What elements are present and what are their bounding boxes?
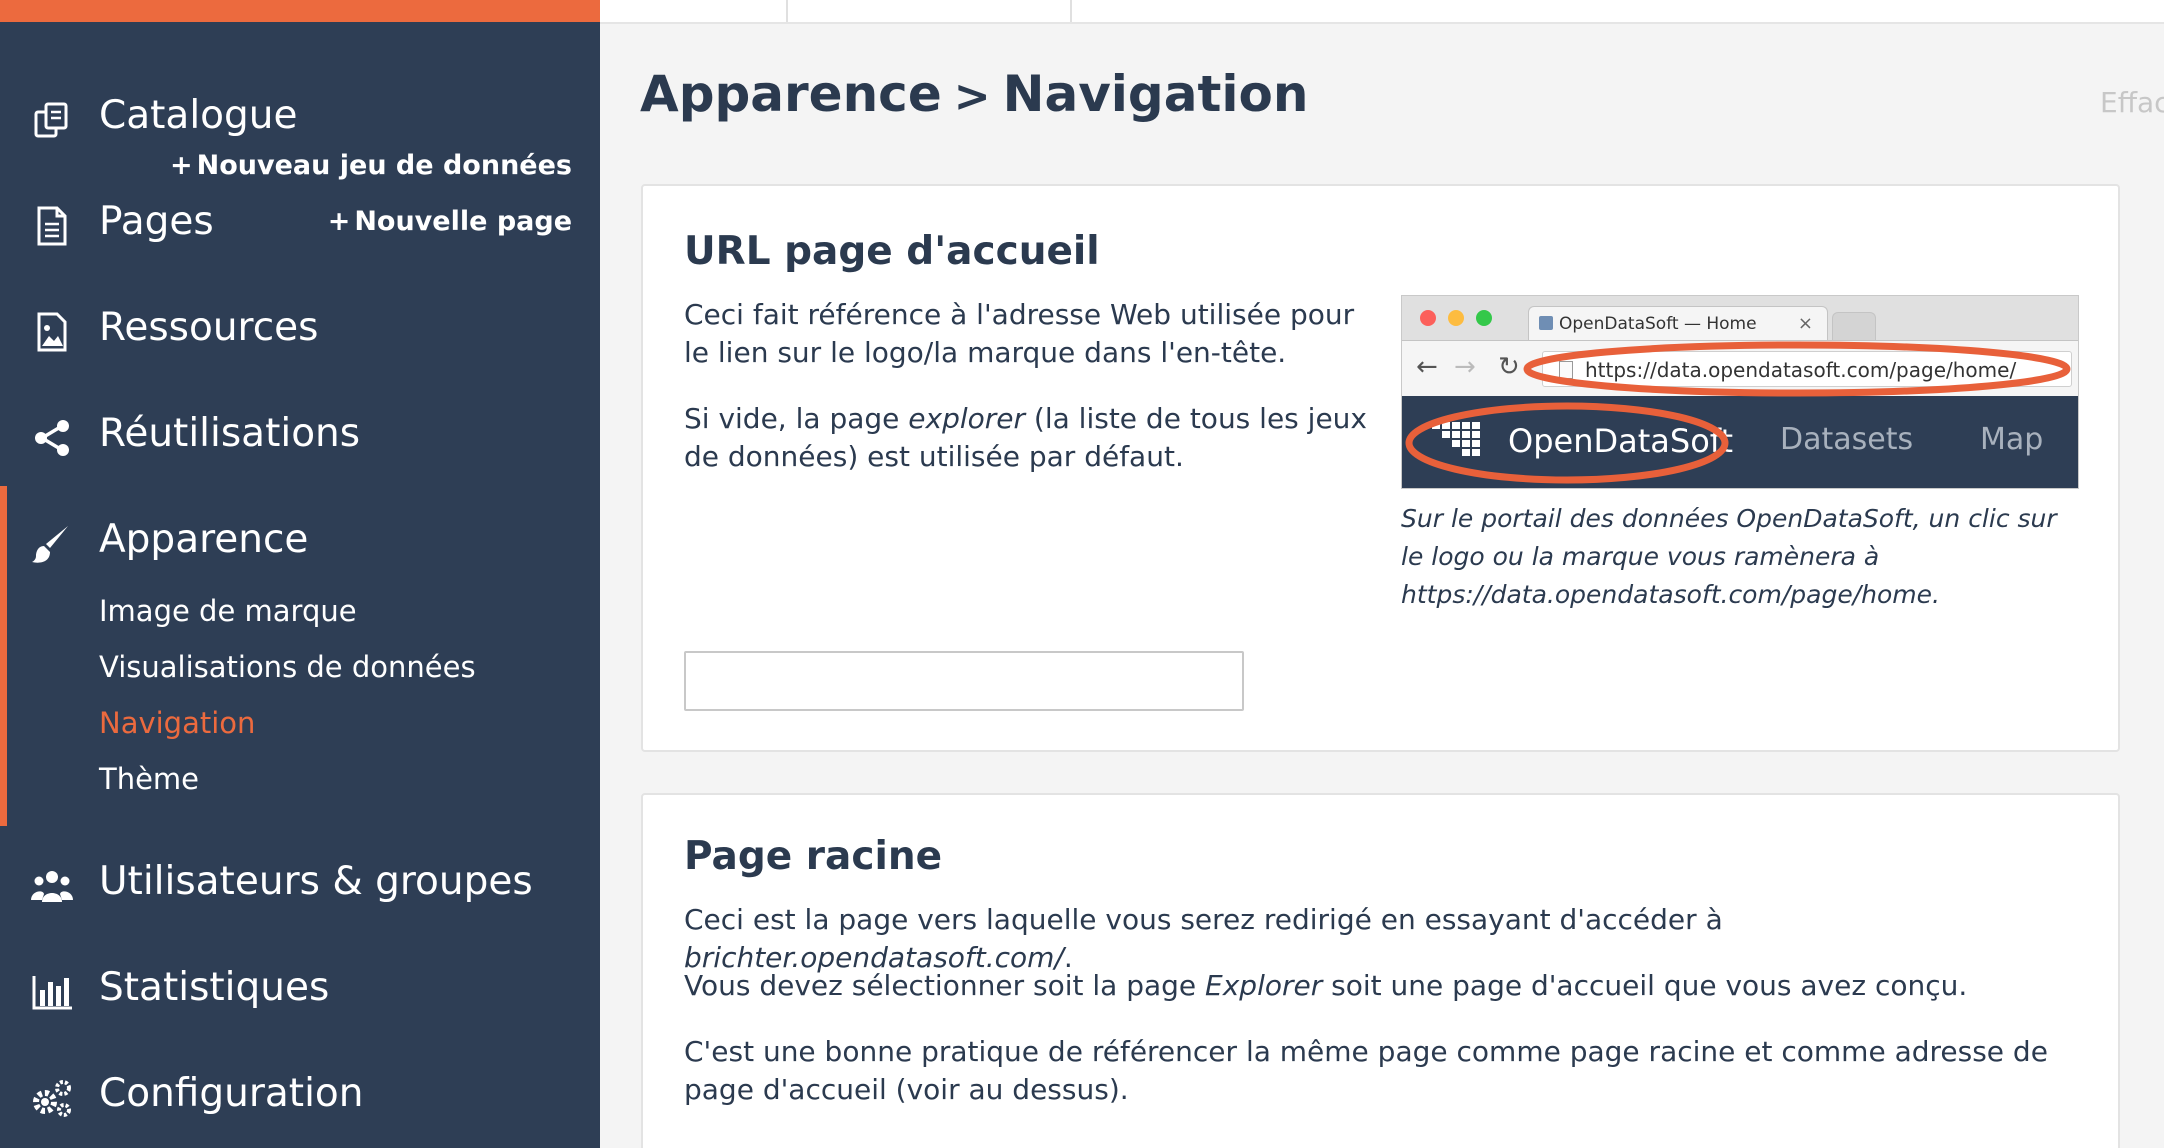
sidebar-item-label: Pages — [99, 199, 214, 244]
homepage-url-input[interactable] — [684, 651, 1244, 711]
sidebar-item-label: Réutilisations — [99, 411, 361, 456]
tab-close-icon: × — [1797, 313, 1813, 334]
new-dataset-button[interactable]: + Nouveau jeu de données — [170, 150, 572, 181]
page-title: Apparence > Navigation — [640, 65, 1308, 123]
browser-illustration: OpenDataSoft — Home × ← → ↻ https://data… — [1401, 295, 2079, 489]
browser-address-bar: https://data.opendatasoft.com/page/home/ — [1542, 351, 2072, 387]
close-dot-icon — [1420, 310, 1436, 326]
top-tab-strip — [600, 0, 2164, 24]
browser-tab-row: OpenDataSoft — Home × — [1402, 296, 2078, 342]
bar-chart-icon — [30, 970, 74, 1014]
back-arrow-icon: ← — [1416, 352, 1438, 382]
sidebar-item-apparence[interactable]: Apparence — [0, 502, 600, 582]
sidebar-item-label: Apparence — [99, 517, 309, 562]
sidebar-item-configuration[interactable]: Configuration — [0, 1056, 600, 1136]
nav-map-example: Map — [1980, 422, 2044, 457]
text-part: soit une page d'accueil que vous avez co… — [1322, 969, 1968, 1002]
sidebar-item-ressources[interactable]: Ressources — [0, 290, 600, 370]
browser-tab-title: OpenDataSoft — Home — [1559, 314, 1757, 334]
sidebar-item-label: Ressources — [99, 305, 319, 350]
tab-divider — [786, 0, 788, 22]
users-icon — [30, 864, 74, 908]
new-dataset-label: Nouveau jeu de données — [196, 150, 572, 181]
page-icon — [30, 204, 74, 248]
brand-name-example: OpenDataSoft — [1508, 422, 1734, 460]
sidebar-top-accent — [0, 0, 600, 22]
favicon-icon — [1539, 316, 1553, 330]
best-practice-text: C'est une bonne pratique de référencer l… — [684, 1035, 2048, 1106]
tab-divider — [1070, 0, 1072, 22]
subitem-image-de-marque[interactable]: Image de marque — [99, 594, 357, 628]
browser-url-text: https://data.opendatasoft.com/page/home/ — [1585, 358, 2017, 382]
subitem-visualisations[interactable]: Visualisations de données — [99, 650, 476, 684]
root-selection-text: Vous devez sélectionner soit la page Exp… — [684, 967, 2084, 1005]
breadcrumb-parent[interactable]: Apparence — [640, 65, 942, 123]
breadcrumb-separator: > — [953, 71, 991, 122]
image-icon — [30, 310, 74, 354]
breadcrumb-current: Navigation — [1002, 65, 1309, 123]
text-part: Ceci est la page vers laquelle vous sere… — [684, 903, 1723, 936]
subitem-theme[interactable]: Thème — [99, 762, 199, 796]
new-page-button[interactable]: + Nouvelle page — [328, 206, 572, 237]
maximize-dot-icon — [1476, 310, 1492, 326]
plus-icon: + — [170, 150, 193, 181]
note-part: Si vide, la page — [684, 402, 909, 435]
sidebar-item-utilisateurs[interactable]: Utilisateurs & groupes — [0, 844, 600, 924]
new-page-label: Nouvelle page — [354, 206, 572, 237]
text-part: Vous devez sélectionner soit la page — [684, 969, 1206, 1002]
forward-arrow-icon: → — [1454, 352, 1476, 382]
sidebar-item-label: Catalogue — [99, 93, 298, 138]
sidebar-item-catalogue[interactable]: Catalogue — [0, 78, 600, 158]
catalogue-icon — [30, 98, 74, 142]
subitem-navigation[interactable]: Navigation — [99, 706, 255, 740]
sidebar-item-label: Utilisateurs & groupes — [99, 859, 533, 904]
minimize-dot-icon — [1448, 310, 1464, 326]
homepage-url-card: URL page d'accueil Ceci fait référence à… — [641, 184, 2120, 752]
root-description-text: Ceci est la page vers laquelle vous sere… — [684, 901, 2084, 977]
reload-icon: ↻ — [1498, 352, 1520, 382]
sidebar-item-reutilisations[interactable]: Réutilisations — [0, 396, 600, 476]
explorer-emphasis: Explorer — [1205, 969, 1323, 1002]
brush-icon — [30, 522, 74, 566]
plus-icon: + — [327, 206, 351, 237]
gears-icon — [30, 1076, 74, 1120]
description-text: Ceci fait référence à l'adresse Web util… — [684, 298, 1355, 369]
share-icon — [30, 416, 74, 460]
nav-datasets-example: Datasets — [1780, 422, 1914, 457]
section-title: Page racine — [684, 834, 943, 879]
browser-tab: OpenDataSoft — Home × — [1528, 306, 1828, 342]
opendatasoft-logo-icon — [1430, 420, 1484, 462]
sidebar-item-statistiques[interactable]: Statistiques — [0, 950, 600, 1030]
note-emphasis: explorer — [908, 402, 1026, 435]
sidebar-item-label: Statistiques — [99, 965, 330, 1010]
root-page-card: Page racine Ceci est la page vers laquel… — [641, 793, 2120, 1148]
site-header-example: OpenDataSoft Datasets Map — [1402, 396, 2078, 488]
default-note-text: Si vide, la page explorer (la liste de t… — [684, 400, 1384, 476]
page-icon — [1559, 361, 1573, 379]
new-tab-placeholder — [1832, 312, 1876, 342]
browser-address-row: ← → ↻ https://data.opendatasoft.com/page… — [1402, 340, 2078, 396]
sidebar: Catalogue + Nouveau jeu de données Pages … — [0, 0, 600, 1148]
sidebar-item-label: Configuration — [99, 1071, 364, 1116]
illustration-caption: Sur le portail des données OpenDataSoft,… — [1401, 504, 2057, 609]
section-title: URL page d'accueil — [684, 229, 1100, 274]
clear-button[interactable]: Effac — [2100, 86, 2164, 119]
